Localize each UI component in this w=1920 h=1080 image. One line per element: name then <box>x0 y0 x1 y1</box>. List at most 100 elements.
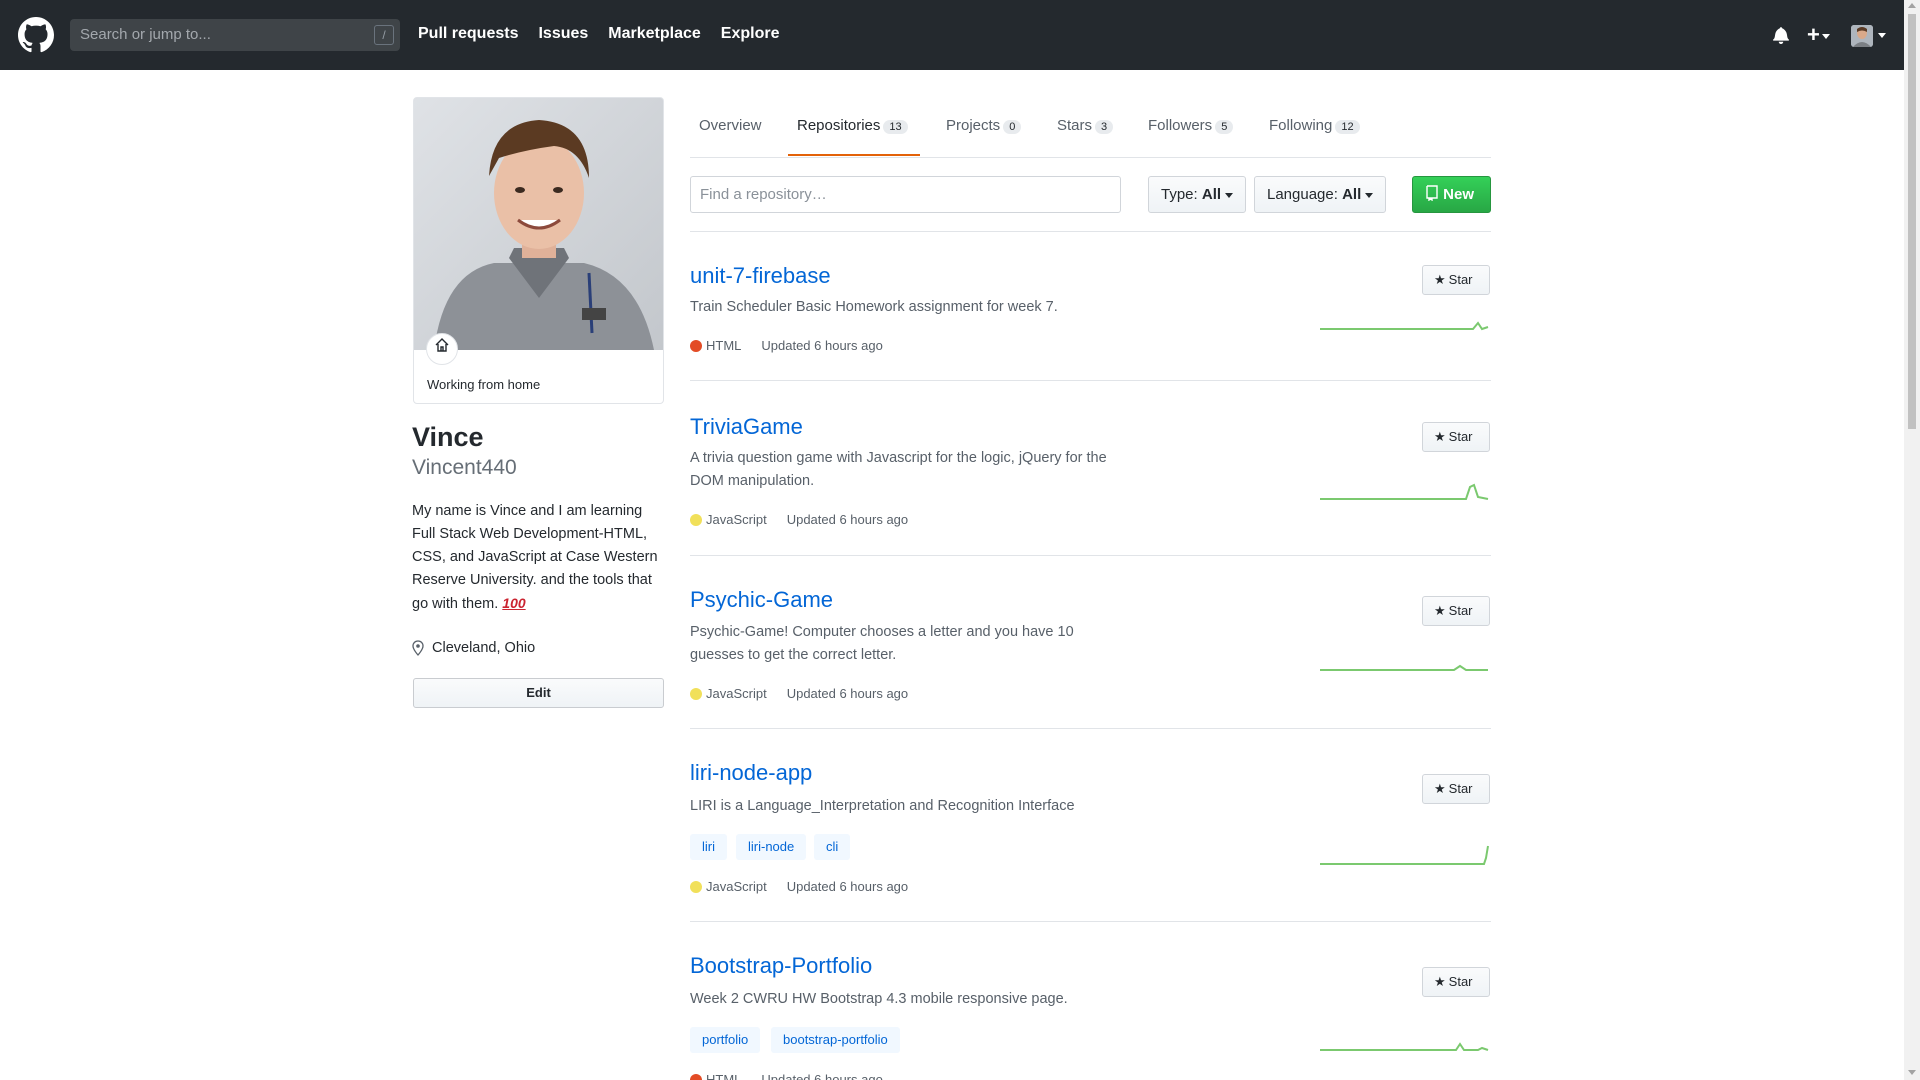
tab-overview[interactable]: Overview <box>699 117 762 134</box>
page-scrollbar[interactable] <box>1904 0 1920 1080</box>
search-input[interactable]: Search or jump to... / <box>70 19 400 51</box>
activity-sparkline <box>1320 483 1489 500</box>
star-label: Star <box>1448 603 1473 618</box>
star-button[interactable]: ★ Star <box>1422 265 1490 295</box>
selected-tab-indicator <box>788 154 920 156</box>
star-button[interactable]: ★ Star <box>1422 422 1490 452</box>
find-repository-input[interactable]: Find a repository… <box>690 176 1121 213</box>
repo-meta: JavaScript Updated 6 hours ago <box>690 686 908 701</box>
new-button-label: New <box>1443 186 1475 203</box>
slash-shortcut-key: / <box>374 25 394 45</box>
language-color-dot <box>690 513 702 526</box>
profile-fullname: Vince <box>412 422 484 452</box>
repo-updated: Updated 6 hours ago <box>761 338 883 353</box>
type-filter-button[interactable]: Type: All <box>1148 176 1247 213</box>
nav-issues[interactable]: Issues <box>538 25 588 43</box>
scroll-up-arrow-icon[interactable] <box>1908 3 1916 8</box>
github-logo-icon[interactable] <box>18 17 54 53</box>
repo-name-link[interactable]: Bootstrap-Portfolio <box>690 953 872 979</box>
star-label: Star <box>1448 429 1473 444</box>
profile-photo-image <box>414 98 663 350</box>
star-button[interactable]: ★ Star <box>1422 596 1490 626</box>
repo-name-link[interactable]: unit-7-firebase <box>690 263 831 289</box>
topic-tag[interactable]: liri-node <box>736 834 807 860</box>
star-button[interactable]: ★ Star <box>1422 967 1490 997</box>
language-color-dot <box>690 687 702 700</box>
divider <box>690 380 1491 381</box>
star-icon: ★ <box>1434 974 1446 989</box>
tab-label: Following <box>1269 117 1333 134</box>
repo-language: HTML <box>706 1072 742 1080</box>
divider <box>690 728 1491 729</box>
tab-following[interactable]: Following 12 <box>1269 117 1360 134</box>
location-text: Cleveland, Ohio <box>432 640 536 656</box>
house-icon[interactable] <box>426 333 458 365</box>
find-placeholder: Find a repository… <box>700 186 827 203</box>
status-message[interactable]: Working from home <box>427 377 540 392</box>
repo-name-link[interactable]: Psychic-Game <box>690 587 833 613</box>
star-label: Star <box>1448 974 1473 989</box>
repo-icon <box>1426 185 1438 202</box>
repo-name-link[interactable]: liri-node-app <box>690 760 812 786</box>
topic-tag[interactable]: bootstrap-portfolio <box>771 1027 900 1053</box>
repo-updated: Updated 6 hours ago <box>786 512 909 527</box>
language-filter-button[interactable]: Language: All <box>1254 176 1387 213</box>
profile-photo[interactable] <box>414 98 663 350</box>
repo-description: A trivia question game with Javascript f… <box>690 450 1107 489</box>
tab-label: Stars <box>1057 117 1093 134</box>
repo-updated: Updated 6 hours ago <box>761 1072 883 1080</box>
tab-count: 0 <box>1003 120 1022 134</box>
bell-icon[interactable] <box>1773 26 1789 44</box>
topic-tag[interactable]: cli <box>814 834 851 860</box>
hundred-points-emoji-icon: 100 <box>502 595 526 611</box>
nav-explore[interactable]: Explore <box>721 25 780 43</box>
bio-text: My name is Vince and I am learning Full … <box>412 503 658 612</box>
profile-location: Cleveland, Ohio <box>412 640 535 656</box>
create-new-menu[interactable]: + <box>1807 24 1830 46</box>
tab-count: 12 <box>1335 120 1360 134</box>
tab-projects[interactable]: Projects 0 <box>946 117 1022 134</box>
type-filter-label: Type: <box>1161 186 1198 203</box>
star-icon: ★ <box>1434 272 1446 287</box>
star-label: Star <box>1448 781 1473 796</box>
language-color-dot <box>690 1073 702 1080</box>
location-pin-icon <box>412 640 424 656</box>
edit-profile-button[interactable]: Edit <box>413 678 664 708</box>
repo-name-link[interactable]: TriviaGame <box>690 414 803 440</box>
repo-meta: JavaScript Updated 6 hours ago <box>690 512 908 527</box>
tab-repositories[interactable]: Repositories 13 <box>797 117 908 134</box>
chevron-down-icon[interactable] <box>1878 33 1886 38</box>
star-button[interactable]: ★ Star <box>1422 774 1490 804</box>
repo-updated: Updated 6 hours ago <box>786 686 909 701</box>
repo-description: Train Scheduler Basic Homework assignmen… <box>690 299 1058 315</box>
star-icon: ★ <box>1434 429 1446 444</box>
scroll-down-arrow-icon[interactable] <box>1908 1070 1916 1075</box>
nav-marketplace[interactable]: Marketplace <box>608 25 701 43</box>
new-repository-button[interactable]: New <box>1412 176 1491 213</box>
tab-stars[interactable]: Stars 3 <box>1057 117 1114 134</box>
repo-meta: HTML Updated 6 hours ago <box>690 1072 883 1080</box>
repo-meta: JavaScript Updated 6 hours ago <box>690 879 908 894</box>
profile-username: Vincent440 <box>412 456 517 479</box>
tab-label: Projects <box>946 117 1001 134</box>
tab-followers[interactable]: Followers 5 <box>1148 117 1234 134</box>
language-filter-label: Language: <box>1267 186 1338 203</box>
topic-tag[interactable]: portfolio <box>690 1027 761 1053</box>
divider <box>690 555 1491 556</box>
nav-pull-requests[interactable]: Pull requests <box>418 25 518 43</box>
language-filter-value: All <box>1342 186 1362 203</box>
activity-sparkline <box>1320 664 1488 671</box>
activity-sparkline <box>1320 321 1489 331</box>
repo-description: LIRI is a Language_Interpretation and Re… <box>690 798 1075 814</box>
activity-sparkline <box>1320 1042 1489 1051</box>
tab-label: Overview <box>699 117 762 134</box>
language-color-dot <box>690 880 702 893</box>
divider <box>690 921 1491 922</box>
chevron-down-icon <box>1225 192 1234 198</box>
user-menu-avatar[interactable] <box>1851 25 1873 47</box>
topic-tag[interactable]: liri <box>690 834 727 860</box>
tab-count: 13 <box>883 120 908 134</box>
plus-icon: + <box>1807 22 1820 47</box>
main-nav: Pull requests Issues Marketplace Explore <box>418 25 779 43</box>
scrollbar-thumb[interactable] <box>1908 14 1916 429</box>
